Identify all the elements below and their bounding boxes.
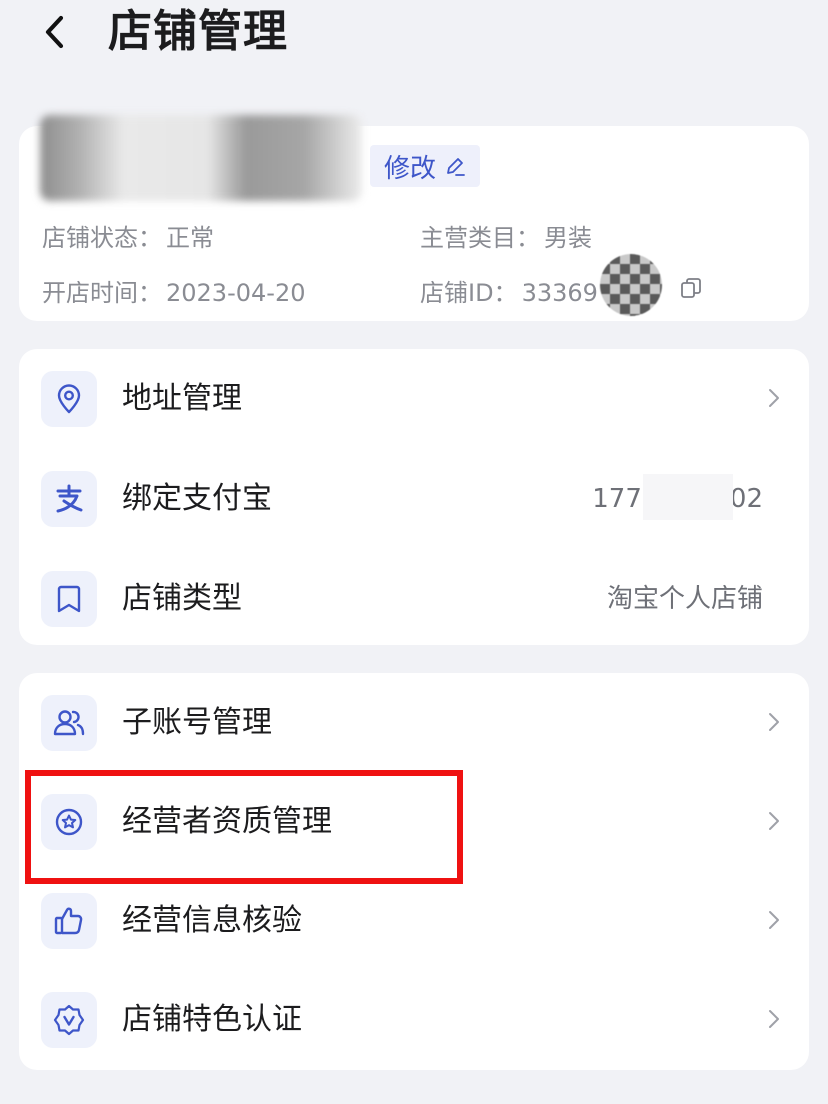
sub-account-label: 子账号管理 — [122, 705, 272, 740]
chevron-right-icon — [769, 812, 779, 830]
store-status-value: 正常 — [166, 224, 214, 252]
address-management-row[interactable]: 地址管理 — [19, 349, 809, 449]
edit-button[interactable]: 修改 — [370, 145, 481, 187]
chevron-left-icon — [45, 15, 64, 49]
address-management-label: 地址管理 — [122, 381, 242, 416]
store-id-label: 店铺ID： — [420, 279, 518, 307]
alipay-icon-box — [41, 471, 97, 527]
sub-account-icon — [53, 710, 85, 736]
store-type-label: 店铺类型 — [122, 581, 242, 616]
bind-alipay-label: 绑定支付宝 — [122, 481, 272, 516]
open-time: 开店时间： 2023-04-20 — [42, 273, 305, 308]
edit-label: 修改 — [384, 153, 437, 184]
store-avatar-name-redacted — [40, 115, 362, 201]
sub-account-row[interactable]: 子账号管理 — [19, 673, 809, 773]
pencil-icon — [447, 158, 465, 176]
store-id-value: 33369 — [521, 279, 598, 307]
chevron-right-icon — [769, 1010, 779, 1028]
main-category-label: 主营类目： — [420, 224, 540, 252]
open-time-label: 开店时间： — [42, 279, 162, 307]
store-status: 店铺状态： 正常 — [42, 218, 214, 253]
chevron-right-icon — [769, 713, 779, 731]
store-id-redacted — [600, 254, 662, 316]
address-icon-box — [41, 371, 97, 427]
store-type-icon-box — [41, 571, 97, 627]
verification-icon-box — [41, 893, 97, 949]
store-feature-certification-label: 店铺特色认证 — [122, 1002, 302, 1037]
copy-id-button[interactable] — [679, 276, 703, 300]
copy-icon — [681, 278, 701, 298]
highlight-annotation-box — [25, 770, 463, 884]
alipay-account-prefix: 177 — [592, 484, 642, 514]
verified-shield-icon — [53, 1004, 85, 1036]
header: 店铺管理 — [0, 0, 828, 80]
thumbs-up-icon — [54, 907, 83, 935]
bookmark-icon — [57, 585, 81, 613]
store-type-row: 店铺类型 淘宝个人店铺 — [19, 549, 809, 649]
store-feature-certification-row[interactable]: 店铺特色认证 — [19, 970, 809, 1070]
back-button[interactable] — [34, 12, 74, 52]
page-title: 店铺管理 — [108, 6, 288, 57]
location-pin-icon — [57, 384, 81, 414]
chevron-right-icon — [769, 911, 779, 929]
open-time-value: 2023-04-20 — [166, 279, 306, 307]
store-id: 店铺ID： 33369 — [420, 273, 598, 308]
alipay-icon — [56, 484, 83, 513]
business-info-verification-row[interactable]: 经营信息核验 — [19, 871, 809, 971]
chevron-right-icon — [769, 389, 779, 407]
alipay-account-suffix: 02 — [729, 484, 763, 514]
main-category: 主营类目： 男装 — [420, 218, 592, 253]
alipay-account-redacted — [643, 474, 733, 520]
main-category-value: 男装 — [544, 224, 592, 252]
business-info-verification-label: 经营信息核验 — [122, 903, 302, 938]
store-status-label: 店铺状态： — [42, 224, 162, 252]
sub-account-icon-box — [41, 695, 97, 751]
certification-icon-box — [41, 992, 97, 1048]
store-type-value: 淘宝个人店铺 — [606, 584, 763, 614]
